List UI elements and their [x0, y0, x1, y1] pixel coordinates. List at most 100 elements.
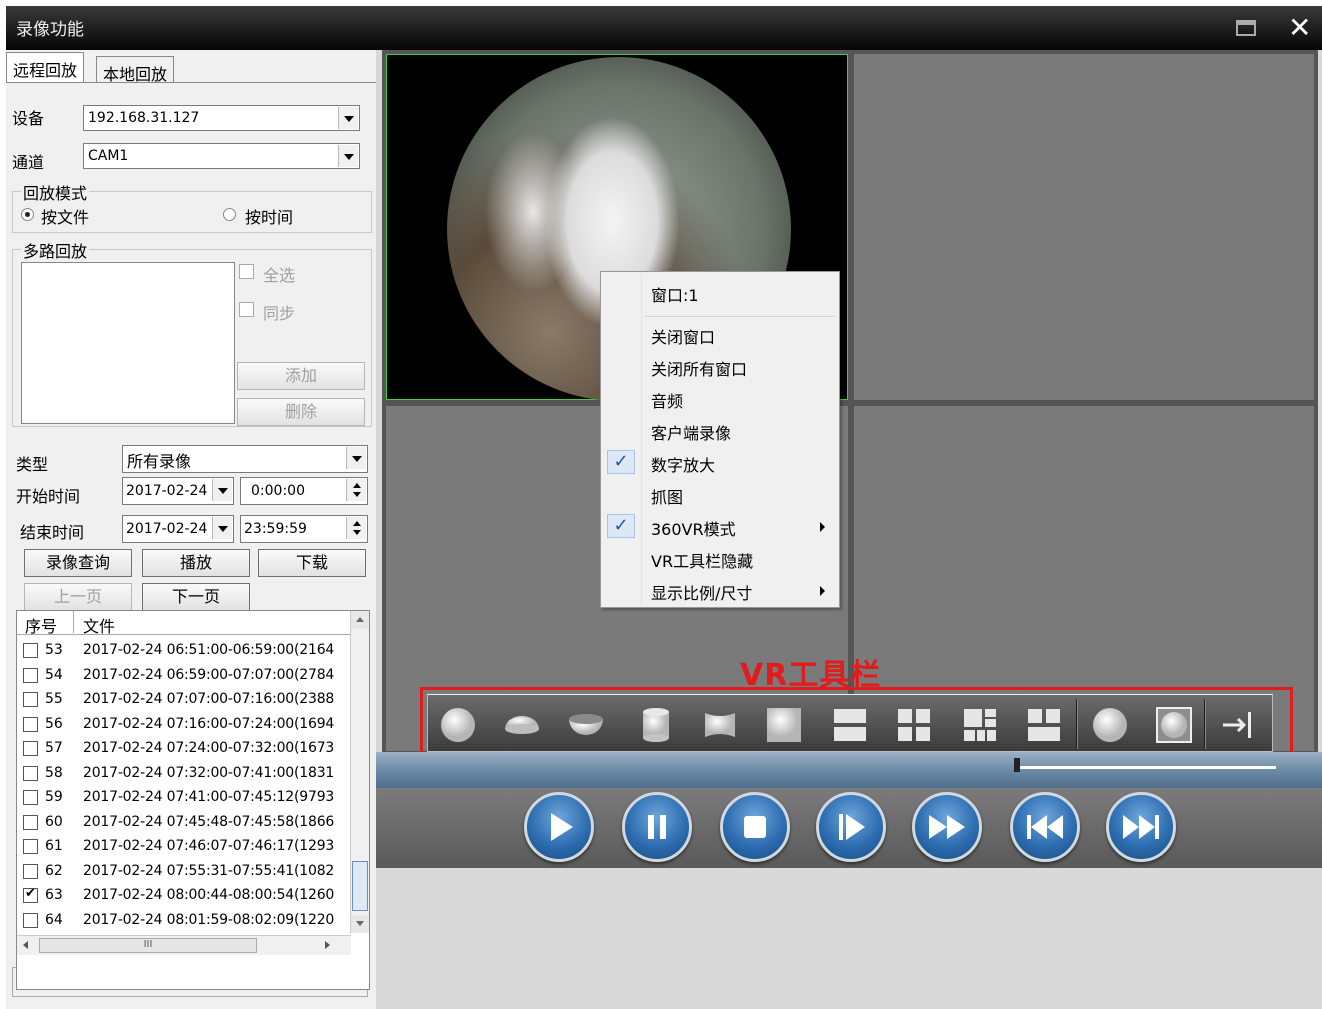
context-menu-item[interactable]: 抓图	[601, 480, 839, 508]
multi-playback-list[interactable]	[21, 262, 235, 424]
table-row[interactable]: 60 2017-02-24 07:45:48-07:45:58(1866	[17, 811, 351, 835]
spin-icon[interactable]	[346, 479, 366, 501]
square-circle-icon[interactable]	[1156, 707, 1192, 743]
start-date-picker[interactable]: 2017-02-24	[122, 477, 234, 505]
tab-remote-playback[interactable]: 远程回放	[6, 52, 85, 82]
context-menu-item[interactable]: ✓ 数字放大	[601, 448, 839, 476]
table-row[interactable]: 58 2017-02-24 07:32:00-07:41:00(1831	[17, 762, 351, 786]
channel-select[interactable]: CAM1	[83, 143, 360, 169]
table-row[interactable]: 63 2017-02-24 08:00:44-08:00:54(1260	[17, 884, 351, 908]
table-row[interactable]: 56 2017-02-24 07:16:00-07:24:00(1694	[17, 713, 351, 737]
row-checkbox[interactable]	[23, 790, 38, 805]
next-file-control-button[interactable]	[1106, 792, 1176, 862]
stop-control-button[interactable]	[720, 792, 790, 862]
bowl-icon[interactable]	[568, 707, 604, 743]
play-button[interactable]: 播放	[142, 549, 250, 577]
type-select[interactable]: 所有录像	[122, 445, 368, 473]
chevron-down-icon[interactable]	[212, 479, 232, 501]
prev-page-button[interactable]: 上一页	[24, 583, 132, 611]
circle-view-icon[interactable]	[1092, 707, 1128, 743]
table-row[interactable]: 55 2017-02-24 07:07:00-07:16:00(2388	[17, 688, 351, 712]
spin-icon[interactable]	[346, 517, 366, 539]
context-menu-item[interactable]: 音频	[601, 384, 839, 412]
next-page-button[interactable]: 下一页	[142, 583, 250, 611]
add-button[interactable]: 添加	[237, 362, 365, 390]
pause-control-button[interactable]	[622, 792, 692, 862]
row-checkbox[interactable]	[23, 814, 38, 830]
chevron-down-icon[interactable]	[338, 145, 358, 167]
radio-by-time[interactable]	[223, 208, 236, 221]
table-row[interactable]: 64 2017-02-24 08:01:59-08:02:09(1220	[17, 909, 351, 933]
panorama-icon[interactable]	[702, 707, 738, 743]
column-index[interactable]: 序号	[25, 613, 57, 637]
table-row[interactable]: 57 2017-02-24 07:24:00-07:32:00(1673	[17, 737, 351, 761]
chevron-down-icon[interactable]	[338, 107, 358, 129]
multi-playback-group: 多路回放 全选 同步 添加 删除	[12, 238, 372, 427]
record-query-button[interactable]: 录像查询	[24, 549, 132, 577]
table-row[interactable]: 54 2017-02-24 06:59:00-07:07:00(2784	[17, 664, 351, 688]
start-time-stepper[interactable]: 0:00:00	[240, 477, 368, 505]
tab-local-playback[interactable]: 本地回放	[96, 56, 175, 84]
context-menu-item[interactable]: 关闭窗口	[601, 320, 839, 348]
context-menu-item-label: 抓图	[651, 488, 684, 507]
table-row[interactable]: 61 2017-02-24 07:46:07-07:46:17(1293	[17, 835, 351, 859]
hscroll-thumb[interactable]: III	[39, 938, 257, 953]
select-all-checkbox[interactable]	[239, 264, 254, 279]
row-checkbox[interactable]	[23, 765, 38, 781]
split-multi-icon[interactable]	[962, 707, 998, 743]
context-menu-item[interactable]: VR工具栏隐藏	[601, 544, 839, 572]
split-two-icon[interactable]	[832, 707, 868, 743]
row-checkbox[interactable]	[23, 839, 38, 854]
row-checkbox[interactable]	[23, 912, 38, 928]
half-sphere-icon[interactable]	[504, 707, 540, 743]
row-checkbox[interactable]	[23, 716, 38, 732]
context-menu-item[interactable]: 客户端录像	[601, 416, 839, 444]
single-view-icon[interactable]	[766, 707, 802, 743]
row-checkbox[interactable]	[23, 667, 38, 683]
file-list[interactable]: 序号 文件 53 2017-02-24 06:51:00-06:59:00(216…	[16, 610, 370, 990]
chevron-down-icon[interactable]	[212, 517, 232, 539]
column-file[interactable]: 文件	[83, 613, 115, 637]
chevron-down-icon[interactable]	[346, 447, 366, 469]
seek-knob[interactable]	[1014, 758, 1020, 772]
end-date-picker[interactable]: 2017-02-24	[122, 515, 234, 543]
delete-button[interactable]: 删除	[237, 398, 365, 426]
context-menu-item[interactable]: ✓ 360VR模式	[601, 512, 839, 540]
vertical-scrollbar[interactable]	[350, 611, 369, 933]
exit-toolbar-icon[interactable]	[1220, 707, 1256, 743]
split-three-icon[interactable]	[1026, 707, 1062, 743]
fast-forward-control-button[interactable]	[912, 792, 982, 862]
row-checkbox[interactable]	[23, 863, 38, 879]
row-checkbox[interactable]	[23, 643, 38, 658]
close-icon[interactable]: ✕	[1288, 12, 1311, 44]
cylinder-icon[interactable]	[638, 707, 674, 743]
minimize-icon[interactable]	[1236, 20, 1256, 36]
prev-file-control-button[interactable]	[1010, 792, 1080, 862]
scroll-up-icon[interactable]	[351, 611, 369, 629]
row-checkbox[interactable]	[23, 886, 38, 903]
seek-bar[interactable]	[376, 752, 1322, 788]
context-menu-item-label: 显示比例/尺寸	[651, 584, 753, 603]
context-menu-item[interactable]: 关闭所有窗口	[601, 352, 839, 380]
download-button[interactable]: 下载	[258, 549, 366, 577]
horizontal-scrollbar[interactable]: III	[17, 935, 351, 955]
table-row[interactable]: 59 2017-02-24 07:41:00-07:45:12(9793	[17, 786, 351, 810]
sphere-icon[interactable]	[440, 707, 476, 743]
context-menu-item[interactable]: 窗口:1	[601, 278, 839, 306]
table-row[interactable]: 53 2017-02-24 06:51:00-06:59:00(2164	[17, 639, 351, 663]
end-time-stepper[interactable]: 23:59:59	[240, 515, 368, 543]
table-row[interactable]: 62 2017-02-24 07:55:31-07:55:41(1082	[17, 860, 351, 884]
scroll-down-icon[interactable]	[351, 915, 369, 933]
split-four-icon[interactable]	[896, 707, 932, 743]
step-control-button[interactable]	[816, 792, 886, 862]
scroll-thumb[interactable]	[352, 861, 368, 911]
radio-by-file[interactable]	[21, 208, 34, 221]
play-control-button[interactable]	[524, 792, 594, 862]
sync-checkbox[interactable]	[239, 302, 254, 317]
context-menu-item-label: 数字放大	[651, 456, 716, 475]
row-checkbox[interactable]	[23, 692, 38, 707]
device-select[interactable]: 192.168.31.127	[83, 105, 360, 131]
video-window-2[interactable]	[854, 54, 1314, 400]
row-checkbox[interactable]	[23, 741, 38, 756]
context-menu-item[interactable]: 显示比例/尺寸	[601, 576, 839, 604]
